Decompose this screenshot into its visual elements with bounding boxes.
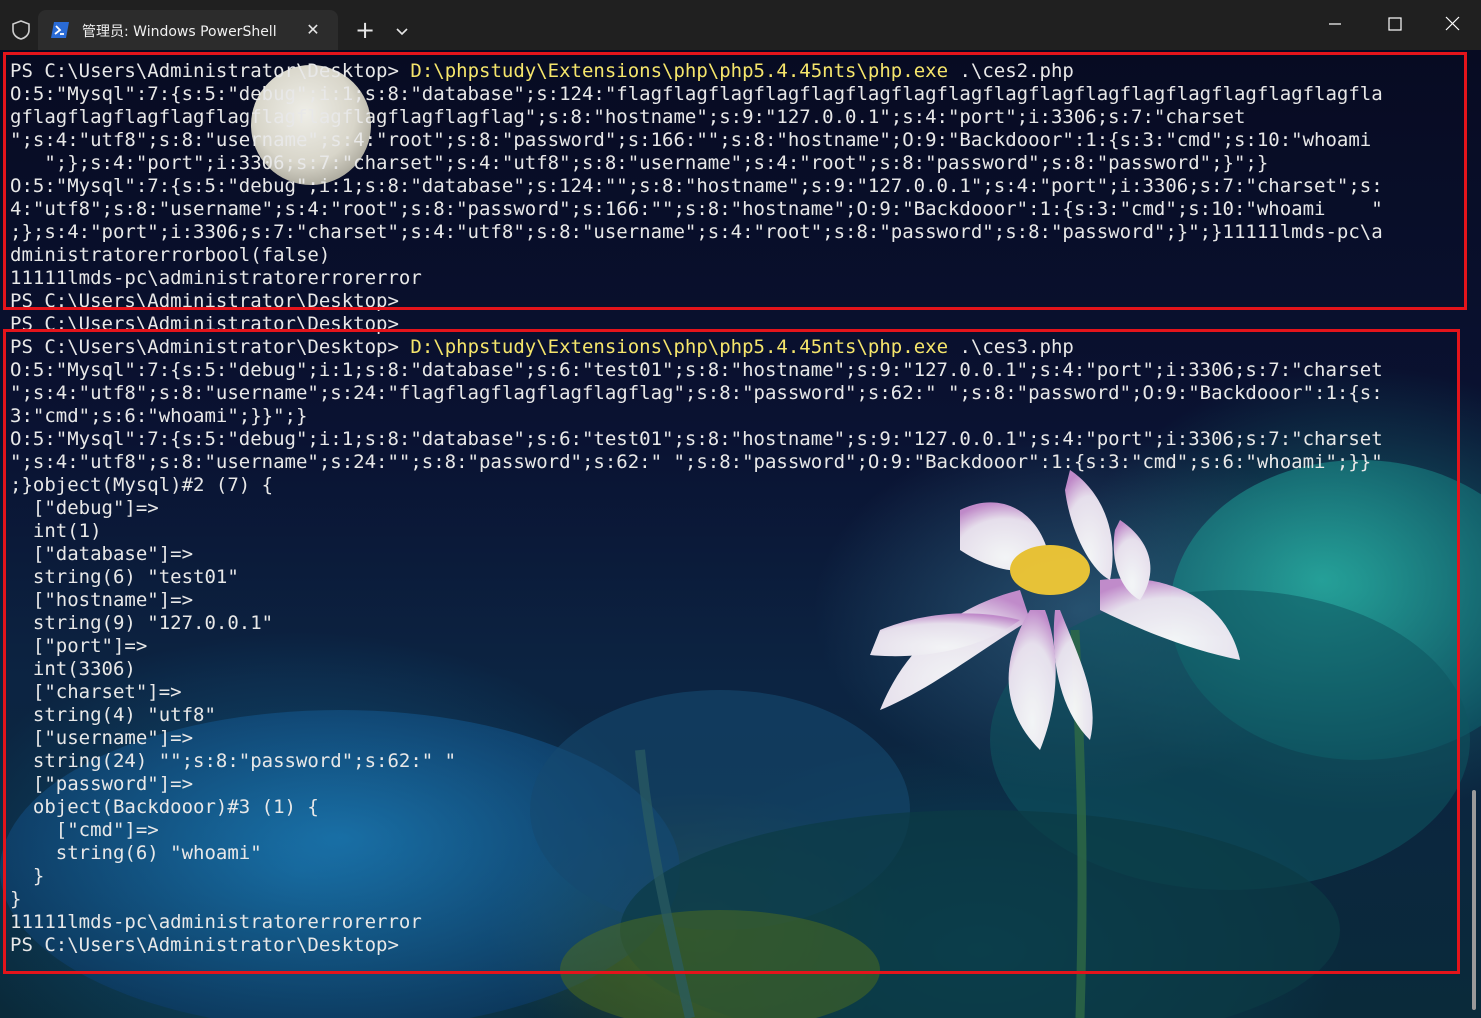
minimize-icon[interactable]	[1312, 8, 1358, 40]
shield-icon	[12, 20, 30, 40]
highlight-box-ces2	[3, 52, 1467, 310]
terminal-pane[interactable]: PS C:\Users\Administrator\Desktop> D:\ph…	[0, 50, 1481, 1018]
maximize-icon[interactable]	[1372, 8, 1418, 40]
tab-powershell[interactable]: 管理员: Windows PowerShell ✕	[38, 10, 338, 50]
powershell-icon	[51, 22, 69, 38]
tab-title: 管理员: Windows PowerShell	[82, 24, 277, 40]
scrollbar[interactable]	[1472, 790, 1476, 1010]
close-icon[interactable]: ✕	[302, 19, 324, 41]
title-bar: 管理员: Windows PowerShell ✕ +	[0, 0, 1481, 50]
window-close-icon[interactable]	[1430, 8, 1476, 40]
chevron-down-icon[interactable]	[388, 20, 416, 44]
plus-icon[interactable]: +	[350, 16, 380, 46]
highlight-box-ces3	[3, 329, 1460, 974]
